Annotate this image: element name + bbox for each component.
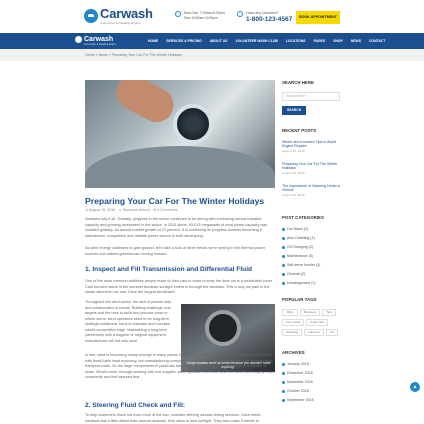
- post-comments[interactable]: 0 Comments: [157, 208, 177, 212]
- post-paragraph: Numbers say it all. Globally, progress i…: [85, 217, 268, 238]
- nav-item-shop[interactable]: SHOP: [333, 33, 343, 49]
- tag-chip[interactable]: Fix: [326, 329, 338, 336]
- post-paragraph: Throughout the wind sector, the lack of …: [85, 300, 172, 343]
- recent-posts-heading: RECENT POSTS: [282, 128, 317, 133]
- tag-chip[interactable]: Lebonstr: [304, 329, 324, 336]
- recent-post[interactable]: The Importance of Washing Under a Vehicl…: [282, 184, 342, 197]
- post-paragraph: One of the most common additives people …: [85, 279, 273, 294]
- hours-block: Mon-Sat: 7:00am-6:00pm Sun: 8:00am-5:00p…: [175, 11, 225, 21]
- post-meta: ◷ August 15, 2018 ☺ Saunders Antech ✉ 0 …: [85, 208, 178, 212]
- search-input[interactable]: Search Here: [282, 92, 340, 101]
- category-item[interactable]: Car Wash (2): [282, 227, 308, 231]
- brand-name: Carwash: [100, 6, 153, 21]
- nav-item-pages[interactable]: PAGES: [314, 33, 326, 49]
- nav-logo[interactable]: Carwash: [84, 36, 113, 43]
- tag-chip[interactable]: Blog: [282, 309, 298, 316]
- tag-chip[interactable]: Super fast: [306, 319, 328, 326]
- tag-chip[interactable]: Business: [300, 309, 320, 316]
- wheel-shape: [205, 310, 241, 346]
- search-heading: SEARCH HERE: [282, 80, 314, 85]
- post-heading: 2. Steering Fluid Check and Fill:: [85, 402, 186, 409]
- recent-post[interactable]: Winter and Ironmore Tips to Avoid Engine…: [282, 140, 342, 153]
- nav-item-volunteer[interactable]: VOLUNTEER WASH CLUB: [235, 33, 277, 49]
- drop-icon: [84, 9, 98, 23]
- tag-chip[interactable]: Very Good: [282, 319, 304, 326]
- nav-item-locations[interactable]: LOCATIONS: [286, 33, 306, 49]
- polisher-shape: [173, 104, 213, 144]
- archives-heading: ARCHIVES: [282, 350, 305, 355]
- tag-chip[interactable]: Cleaning: [282, 329, 302, 336]
- book-appointment-button[interactable]: BOOK APPOINTMENT: [296, 11, 340, 24]
- recent-post-title[interactable]: Preparing Your Car For The Winter Holida…: [282, 162, 342, 171]
- post-date: August 15, 2018: [88, 208, 116, 212]
- category-item[interactable]: Uncategorized (1): [282, 281, 316, 285]
- clock-icon: [175, 11, 181, 17]
- breadcrumb-bar: Home » News » Preparing Your Car For The…: [0, 49, 424, 61]
- arm-shape: [110, 80, 180, 129]
- archive-item[interactable]: November 2018: [282, 380, 313, 384]
- post-paragraph: To help customers block out even more of…: [85, 413, 261, 423]
- recent-post[interactable]: Preparing Your Car For The Winter Holida…: [282, 162, 342, 175]
- nav-menu: HOME SERVICES & PRICING ABOUT US VOLUNTE…: [148, 33, 393, 49]
- car-body-shape: [85, 146, 275, 188]
- phone-number[interactable]: 1-800-123-4567: [246, 16, 292, 23]
- post-heading: 1. Inspect and Fill Transmission and Dif…: [85, 266, 253, 273]
- nav-logo-tagline: Automotive & Detailing Engine: [84, 43, 117, 46]
- category-item[interactable]: Self-serve Insider (2): [282, 263, 320, 267]
- archive-item[interactable]: January 2019: [282, 362, 309, 366]
- top-header: Carwash Automotive & Detailing Engine Mo…: [0, 0, 424, 33]
- archive-item[interactable]: December 2018: [282, 371, 313, 375]
- recent-post-title[interactable]: The Importance of Washing Under a Vehicl…: [282, 184, 342, 193]
- category-item[interactable]: General (2): [282, 272, 305, 276]
- post-paragraph: As wind energy continues to gain ground,…: [85, 246, 266, 256]
- recent-post-date: August 15, 2018: [282, 192, 305, 197]
- phone-icon: [237, 11, 243, 17]
- calendar-icon: ◷: [85, 208, 89, 212]
- tags-heading: POPULAR TAGS: [282, 297, 317, 302]
- brand-tagline: Automotive & Detailing Engine: [100, 21, 141, 25]
- nav-drop-icon: [75, 36, 82, 43]
- hours-line-2: Sun: 8:00am-5:00pm: [184, 16, 218, 20]
- nav-item-news[interactable]: NEWS: [351, 33, 361, 49]
- user-icon: ☺: [118, 208, 122, 212]
- post-paragraph: In fact, wind is becoming cheap enough i…: [85, 353, 275, 379]
- search-button[interactable]: SEARCH: [282, 106, 306, 115]
- nav-item-about[interactable]: ABOUT US: [210, 33, 228, 49]
- category-item[interactable]: Maintenance (5): [282, 254, 313, 258]
- nav-item-home[interactable]: HOME: [148, 33, 158, 49]
- nav-item-services[interactable]: SERVICES & PRICING: [166, 33, 202, 49]
- categories-heading: POST CATEGORIES: [282, 215, 324, 220]
- tag-chip[interactable]: Tips: [322, 309, 336, 316]
- recent-post-title[interactable]: Winter and Ironmore Tips to Avoid Engine…: [282, 140, 342, 149]
- post-author[interactable]: Saunders Antech: [123, 208, 150, 212]
- recent-post-date: August 15, 2018: [282, 170, 305, 175]
- recent-post-date: August 15, 2018: [282, 148, 305, 153]
- nav-item-contact[interactable]: CONTACT: [369, 33, 385, 49]
- post-title: Preparing Your Car For The Winter Holida…: [85, 196, 265, 206]
- archive-item[interactable]: September 2018: [282, 398, 314, 402]
- breadcrumb[interactable]: Home » News » Preparing Your Car For The…: [85, 53, 182, 57]
- brand-logo[interactable]: Carwash Automotive & Detailing Engine: [84, 7, 154, 29]
- category-item[interactable]: Oil Changing (2): [282, 245, 313, 249]
- comment-icon: ✉: [153, 208, 157, 212]
- post-featured-image: [85, 80, 275, 188]
- scroll-to-top-button[interactable]: ▲: [410, 382, 420, 392]
- archive-item[interactable]: October 2018: [282, 389, 309, 393]
- main-nav: Carwash Automotive & Detailing Engine HO…: [0, 33, 424, 49]
- category-item[interactable]: Auto Detailing (1): [282, 236, 315, 240]
